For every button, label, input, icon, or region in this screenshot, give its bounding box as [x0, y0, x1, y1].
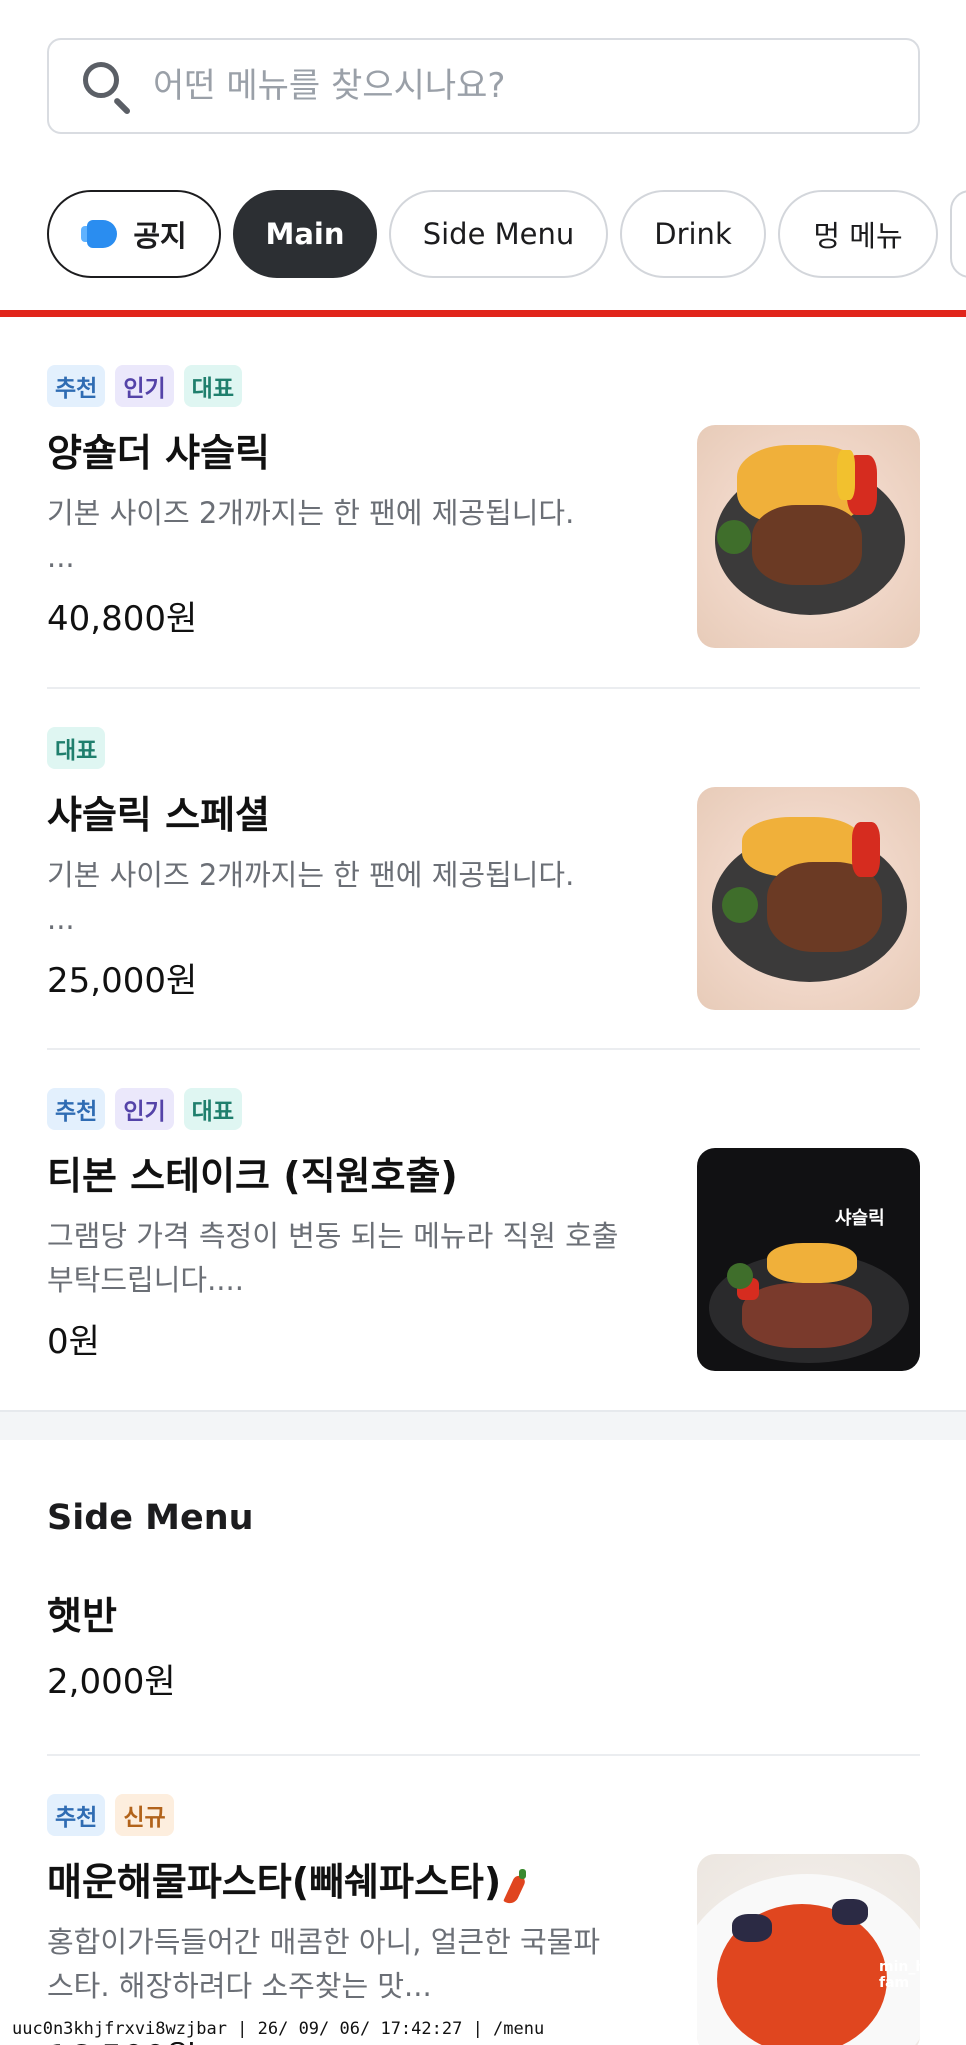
tab-label: 공지 [133, 219, 187, 253]
item-price: 2,000원 [47, 1662, 176, 1702]
item-description: 기본 사이즈 2개까지는 한 팬에 제공됩니다. ... [47, 491, 657, 579]
item-description: 그램당 가격 측정이 변동 되는 메뉴라 직원 호출 부탁드립니다.... [47, 1214, 657, 1302]
item-photo[interactable]: min_h fam [697, 1854, 920, 2045]
badge-recommended: 추천 [47, 1794, 106, 1836]
photo-logo-text: 샤슬릭 [835, 1208, 885, 1229]
badge-signature: 대표 [183, 365, 242, 407]
badge-row: 추천 인기 대표 [47, 365, 920, 407]
divider [47, 1048, 920, 1050]
desc-line: 그램당 가격 측정이 변동 되는 메뉴라 직원 호출 [47, 1219, 619, 1253]
item-photo[interactable] [697, 787, 920, 1010]
badge-row: 추천 신규 [47, 1794, 920, 1836]
tab-label: 멍 메뉴 [813, 219, 903, 253]
desc-line: 홍합이가득들어간 매콤한 아니, 얼큰한 국물파 [47, 1925, 601, 1959]
tab-label: Main [265, 217, 345, 251]
tab-label: Side Menu [422, 217, 575, 251]
tab-side-menu[interactable]: Side Menu [389, 190, 608, 278]
menu-item[interactable]: 대표 샤슬릭 스페셜 기본 사이즈 2개까지는 한 팬에 제공됩니다. ... … [47, 727, 920, 1017]
badge-signature: 대표 [183, 1088, 242, 1130]
tab-label: Drink [654, 217, 732, 251]
tab-drink[interactable]: Drink [620, 190, 766, 278]
desc-line: 부탁드립니다.... [47, 1263, 244, 1297]
badge-popular: 인기 [115, 365, 174, 407]
desc-line: 스타. 해장하려다 소주찾는 맛... [47, 1969, 432, 2003]
badge-recommended: 추천 [47, 365, 106, 407]
badge-signature: 대표 [47, 727, 106, 769]
item-photo[interactable]: 샤슬릭 [697, 1148, 920, 1371]
spicy-pepper-icon [503, 1867, 529, 1906]
search-input[interactable] [153, 66, 893, 106]
section-separator [0, 1410, 966, 1440]
item-description: 홍합이가득들어간 매콤한 아니, 얼큰한 국물파 스타. 해장하려다 소주찾는 … [47, 1920, 657, 2008]
item-name-text: 매운해물파스타(빼쉐파스타) [47, 1860, 502, 1904]
desc-line: 기본 사이즈 2개까지는 한 팬에 제공됩니다. [47, 858, 575, 892]
search-icon [79, 58, 135, 116]
tab-dog-menu[interactable]: 멍 메뉴 [778, 190, 938, 278]
badge-recommended: 추천 [47, 1088, 106, 1130]
item-photo[interactable] [697, 425, 920, 648]
menu-item[interactable]: 햇반 2,000원 [47, 1590, 920, 1720]
debug-footer: uuc0n3khjfrxvi8wzjbar | 26/ 09/ 06/ 17:4… [8, 2016, 549, 2042]
item-description: 기본 사이즈 2개까지는 한 팬에 제공됩니다. ... [47, 853, 657, 941]
desc-line: ... [47, 540, 75, 574]
menu-item[interactable]: 추천 인기 대표 티본 스테이크 (직원호출) 그램당 가격 측정이 변동 되는… [47, 1088, 920, 1378]
photo-watermark-text: min_h fam [879, 1959, 920, 1991]
tab-notice[interactable]: 공지 [47, 190, 221, 278]
section-title: Side Menu [47, 1498, 254, 1538]
badge-new: 신규 [115, 1794, 174, 1836]
divider [47, 687, 920, 689]
menu-item[interactable]: 추천 인기 대표 양숄더 샤슬릭 기본 사이즈 2개까지는 한 팬에 제공됩니다… [47, 365, 920, 655]
item-name: 햇반 [47, 1594, 117, 1638]
tab-next-partial[interactable] [950, 190, 966, 278]
menu-item[interactable]: 추천 신규 매운해물파스타(빼쉐파스타) 홍합이가득들어간 매콤한 아니, 얼큰… [47, 1794, 920, 2045]
badge-row: 대표 [47, 727, 920, 769]
badge-popular: 인기 [115, 1088, 174, 1130]
tab-main[interactable]: Main [233, 190, 377, 278]
category-tabs: 공지 Main Side Menu Drink 멍 메뉴 [47, 190, 966, 278]
badge-row: 추천 인기 대표 [47, 1088, 920, 1130]
desc-line: 기본 사이즈 2개까지는 한 팬에 제공됩니다. [47, 496, 575, 530]
search-bar[interactable] [47, 38, 920, 134]
desc-line: ... [47, 902, 75, 936]
megaphone-icon [81, 216, 121, 252]
divider [47, 1754, 920, 1756]
active-section-indicator [0, 310, 966, 317]
